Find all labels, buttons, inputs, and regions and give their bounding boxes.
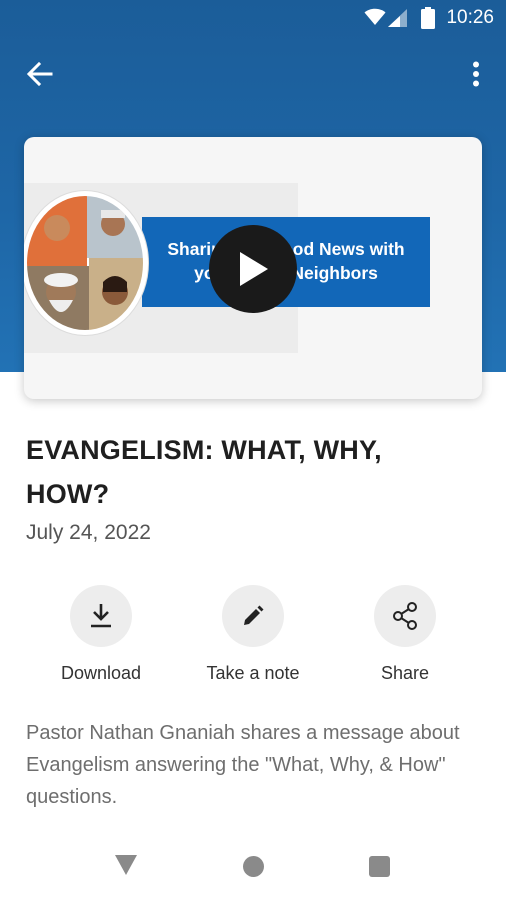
status-time: 10:26 xyxy=(446,7,494,28)
play-icon xyxy=(240,252,268,286)
take-note-label: Take a note xyxy=(206,663,300,683)
pencil-icon xyxy=(244,605,264,625)
play-button[interactable] xyxy=(209,225,297,313)
share-label: Share xyxy=(380,663,430,683)
status-bar: 10:26 xyxy=(0,0,506,36)
arrow-left-icon xyxy=(27,62,53,86)
nav-recents-icon[interactable] xyxy=(369,856,390,877)
back-button[interactable] xyxy=(20,56,60,92)
download-button[interactable]: Download xyxy=(31,585,171,684)
sermon-description: Pastor Nathan Gnaniah shares a message a… xyxy=(26,722,460,808)
nav-back-icon[interactable] xyxy=(114,854,138,876)
note-icon-circle[interactable] xyxy=(222,585,284,647)
sermon-title: EVANGELISM: WHAT, WHY, HOW? xyxy=(26,435,382,509)
more-options-button[interactable] xyxy=(458,56,494,92)
wifi-icon xyxy=(364,8,386,25)
video-player[interactable]: Sharing the Good News with your Hindu Ne… xyxy=(24,137,482,399)
nav-home-icon[interactable] xyxy=(243,856,264,877)
share-button[interactable]: Share xyxy=(335,585,475,684)
take-note-button[interactable]: Take a note xyxy=(183,585,323,684)
share-icon-circle[interactable] xyxy=(374,585,436,647)
signal-icon xyxy=(388,9,407,27)
download-label: Download xyxy=(60,663,142,683)
more-vertical-icon xyxy=(473,61,479,87)
download-icon-circle[interactable] xyxy=(70,585,132,647)
share-icon xyxy=(393,602,417,630)
download-icon xyxy=(91,604,111,628)
sermon-date: July 24, 2022 xyxy=(26,521,151,544)
thumbnail-photo-collage xyxy=(24,191,148,335)
battery-icon xyxy=(421,7,435,29)
